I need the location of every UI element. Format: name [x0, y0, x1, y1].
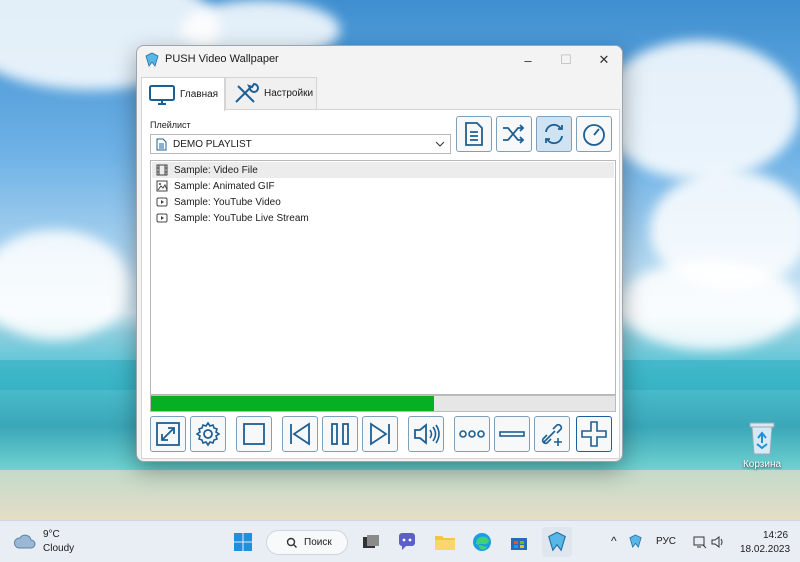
start-button[interactable] — [228, 527, 258, 557]
film-icon — [156, 164, 168, 176]
recycle-bin-icon — [749, 422, 775, 455]
settings-button[interactable] — [190, 416, 226, 452]
main-panel: Плейлист DEMO PLAYLIST Sample: Video Fil… — [141, 109, 620, 459]
list-item[interactable]: Sample: Video File — [152, 162, 614, 178]
task-view-button[interactable] — [356, 527, 386, 557]
search-label: Поиск — [304, 537, 332, 548]
volume-tray-icon[interactable] — [711, 535, 725, 549]
language-indicator[interactable]: РУС — [656, 536, 676, 547]
remove-icon — [499, 431, 525, 437]
playlist-doc-icon — [156, 138, 167, 151]
next-icon — [370, 422, 390, 446]
search-icon — [286, 537, 297, 548]
edge-browser-icon — [473, 533, 491, 551]
app-logo-icon — [145, 52, 159, 67]
recycle-bin-label: Корзина — [742, 459, 782, 470]
minimize-button[interactable]: – — [509, 46, 547, 74]
close-icon: ✕ — [598, 52, 610, 67]
store-icon — [511, 538, 527, 550]
progress-fill — [151, 396, 435, 411]
taskbar: 9°C Cloudy Поиск ^ РУС 14:26 18.02.2023 — [0, 520, 800, 562]
play-icon — [156, 197, 168, 207]
list-item-label: Sample: YouTube Live Stream — [174, 212, 309, 224]
cloud-icon — [13, 534, 36, 549]
shuffle-icon — [503, 124, 525, 144]
list-item[interactable]: Sample: Animated GIF — [152, 178, 614, 194]
tab-main-label: Главная — [180, 89, 219, 100]
list-item[interactable]: Sample: YouTube Live Stream — [152, 210, 614, 226]
playlist-label: Плейлист — [150, 120, 191, 130]
repeat-icon — [545, 123, 563, 145]
window-title: PUSH Video Wallpaper — [165, 53, 279, 65]
list-item-label: Sample: YouTube Video — [174, 196, 281, 208]
monitor-icon — [149, 84, 175, 105]
chevron-down-icon — [435, 141, 445, 147]
taskbar-search[interactable]: Поиск — [266, 530, 348, 555]
next-button[interactable] — [362, 416, 398, 452]
weather-description: Cloudy — [43, 543, 75, 554]
tab-settings[interactable]: Настройки — [225, 77, 317, 109]
file-explorer[interactable] — [430, 527, 460, 557]
title-bar[interactable]: PUSH Video Wallpaper – ☐ ✕ — [137, 46, 622, 74]
windows-logo-icon — [234, 533, 252, 551]
weather-temperature: 9°C — [43, 529, 60, 540]
app-logo-icon[interactable] — [628, 534, 643, 549]
stop-icon — [243, 423, 265, 445]
timer-icon — [583, 124, 605, 146]
volume-button[interactable] — [408, 416, 444, 452]
settings-icon — [195, 421, 221, 447]
folder-icon — [435, 536, 455, 550]
timer-button[interactable] — [576, 116, 612, 152]
add-icon — [581, 421, 607, 447]
add-url-button[interactable] — [534, 416, 570, 452]
minimize-icon: – — [524, 52, 532, 68]
tools-icon — [235, 82, 259, 103]
close-button[interactable]: ✕ — [585, 46, 622, 74]
tab-main[interactable]: Главная — [141, 77, 225, 111]
more-icon — [459, 430, 485, 438]
playlist-select-value: DEMO PLAYLIST — [173, 138, 252, 150]
playlist-select[interactable]: DEMO PLAYLIST — [150, 134, 451, 154]
shuffle-button[interactable] — [496, 116, 532, 152]
task-view-icon — [363, 535, 379, 548]
chat-icon — [399, 533, 415, 550]
weather-widget[interactable] — [10, 527, 40, 557]
clock-date[interactable]: 18.02.2023 — [740, 544, 790, 555]
pause-icon — [331, 423, 349, 445]
playlist-items[interactable]: Sample: Video File Sample: Animated GIF — [150, 160, 616, 395]
previous-button[interactable] — [282, 416, 318, 452]
microsoft-store[interactable] — [504, 527, 534, 557]
edge-browser[interactable] — [467, 527, 497, 557]
stop-button[interactable] — [236, 416, 272, 452]
list-item-label: Sample: Video File — [174, 164, 258, 176]
play-icon — [156, 213, 168, 223]
playlist-doc-icon — [465, 122, 483, 146]
previous-icon — [290, 422, 310, 446]
recycle-bin[interactable]: Корзина — [738, 420, 786, 470]
more-button[interactable] — [454, 416, 490, 452]
edit-playlist-button[interactable] — [456, 116, 492, 152]
pause-button[interactable] — [322, 416, 358, 452]
maximize-button[interactable]: ☐ — [547, 46, 585, 74]
repeat-button[interactable] — [536, 116, 572, 152]
clock-time[interactable]: 14:26 — [763, 530, 788, 541]
fullscreen-icon — [156, 422, 180, 446]
list-item-label: Sample: Animated GIF — [174, 180, 275, 192]
fullscreen-button[interactable] — [150, 416, 186, 452]
add-button[interactable] — [576, 416, 612, 452]
list-item[interactable]: Sample: YouTube Video — [152, 194, 614, 210]
app-logo-icon — [548, 531, 566, 552]
network-icon[interactable] — [693, 535, 707, 549]
app-window: PUSH Video Wallpaper – ☐ ✕ Главная Настр… — [136, 45, 623, 462]
remove-button[interactable] — [494, 416, 530, 452]
push-video-wallpaper-app[interactable] — [542, 527, 572, 557]
tray-overflow-icon[interactable]: ^ — [611, 534, 617, 548]
tab-settings-label: Настройки — [264, 88, 314, 99]
add-url-icon — [541, 423, 563, 446]
volume-icon — [414, 423, 440, 445]
playback-progress-bar[interactable] — [150, 395, 616, 412]
maximize-icon: ☐ — [560, 52, 572, 67]
image-icon — [156, 180, 168, 192]
chat-app[interactable] — [392, 527, 422, 557]
